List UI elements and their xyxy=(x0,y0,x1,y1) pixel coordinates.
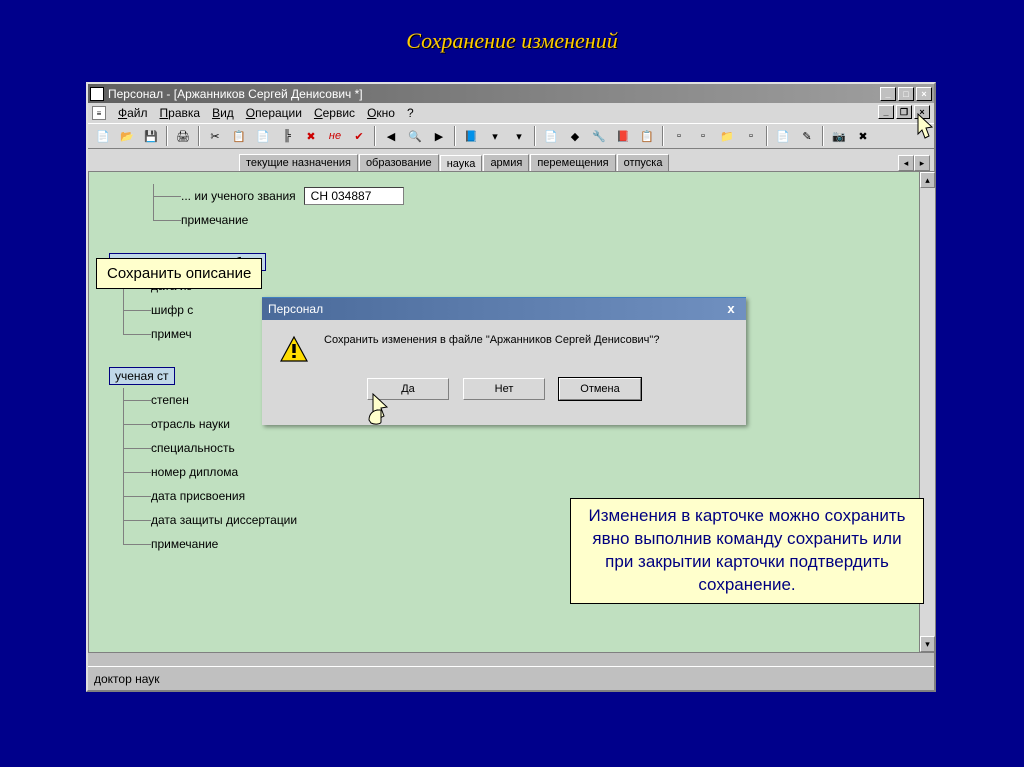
field1-input[interactable]: СН 034887 xyxy=(304,187,404,205)
tb-x-icon[interactable]: ✖ xyxy=(852,126,874,146)
note1-label: примечание xyxy=(181,213,248,227)
dialog-titlebar: Персонал x xyxy=(262,298,746,320)
menubar: ≡ Файл Правка Вид Операции Сервис Окно ?… xyxy=(88,103,934,123)
group3-item: степен xyxy=(151,393,189,407)
tb-ex6-icon[interactable]: ✎ xyxy=(796,126,818,146)
tab-next-button[interactable]: ▸ xyxy=(914,155,930,171)
tb-ex2-icon[interactable]: ▫ xyxy=(692,126,714,146)
status-text: доктор наук xyxy=(94,672,160,686)
tb-doc4-icon[interactable]: 📕 xyxy=(612,126,634,146)
tab-prev-button[interactable]: ◂ xyxy=(898,155,914,171)
tb-ex1-icon[interactable]: ▫ xyxy=(668,126,690,146)
dialog-close-button[interactable]: x xyxy=(722,301,740,317)
menu-service[interactable]: Сервис xyxy=(308,104,361,122)
group2-item: шифр с xyxy=(151,303,193,317)
tb-sep xyxy=(454,126,456,146)
tb-find-icon[interactable]: 🔍 xyxy=(404,126,426,146)
tb-check-icon[interactable]: ✔ xyxy=(348,126,370,146)
group3-item: дата защиты диссертации xyxy=(151,513,297,527)
tab-vacation[interactable]: отпуска xyxy=(617,154,670,171)
tb-doc3-icon[interactable]: 🔧 xyxy=(588,126,610,146)
scroll-up-button[interactable]: ▴ xyxy=(920,172,935,188)
close-button[interactable]: × xyxy=(916,87,932,101)
tb-grp2-icon[interactable]: ▾ xyxy=(484,126,506,146)
scroll-down-button[interactable]: ▾ xyxy=(920,636,935,652)
callout-save-desc: Сохранить описание xyxy=(96,258,262,289)
menu-file[interactable]: Файл xyxy=(112,104,154,122)
tab-army[interactable]: армия xyxy=(483,154,529,171)
tb-new-icon[interactable]: 📄 xyxy=(92,126,114,146)
warning-icon xyxy=(278,334,310,366)
tb-doc1-icon[interactable]: 📄 xyxy=(540,126,562,146)
tabstrip: текущие назначения образование наука арм… xyxy=(88,149,934,171)
group3-item: специальность xyxy=(151,441,235,455)
tb-sep xyxy=(662,126,664,146)
tab-education[interactable]: образование xyxy=(359,154,439,171)
tb-paste-icon[interactable]: 📄 xyxy=(252,126,274,146)
menu-view[interactable]: Вид xyxy=(206,104,240,122)
callout-explain: Изменения в карточке можно сохранить явн… xyxy=(570,498,924,604)
tb-last-icon[interactable]: ▶ xyxy=(428,126,450,146)
tb-copy-icon[interactable]: 📋 xyxy=(228,126,250,146)
confirm-dialog: Персонал x Сохранить изменения в файле "… xyxy=(262,297,746,425)
tb-cut-icon[interactable]: ✂ xyxy=(204,126,226,146)
tb-node-icon[interactable]: ╠ xyxy=(276,126,298,146)
menu-window[interactable]: Окно xyxy=(361,104,401,122)
tb-del-icon[interactable]: ✖ xyxy=(300,126,322,146)
menu-operations[interactable]: Операции xyxy=(240,104,308,122)
dialog-message: Сохранить изменения в файле "Аржанников … xyxy=(324,334,659,366)
tb-sep xyxy=(166,126,168,146)
statusbar: доктор наук xyxy=(88,666,934,690)
slide-title: Сохранение изменений xyxy=(0,28,1024,54)
window-title: Персонал - [Аржанников Сергей Денисович … xyxy=(108,87,878,101)
tb-ex5-icon[interactable]: 📄 xyxy=(772,126,794,146)
tb-grp1-icon[interactable]: 📘 xyxy=(460,126,482,146)
group3-item: примечание xyxy=(151,537,218,551)
tb-ex4-icon[interactable]: ▫ xyxy=(740,126,762,146)
cursor-icon xyxy=(910,112,938,146)
mdi-icon: ≡ xyxy=(92,106,106,120)
group3-item: номер диплома xyxy=(151,465,238,479)
group3-header[interactable]: ученая ст xyxy=(109,367,175,385)
tb-grp3-icon[interactable]: ▾ xyxy=(508,126,530,146)
group3-item: отрасль науки xyxy=(151,417,230,431)
tb-ex3-icon[interactable]: 📁 xyxy=(716,126,738,146)
titlebar: ≡ Персонал - [Аржанников Сергей Денисови… xyxy=(88,84,934,103)
tb-open-icon[interactable]: 📂 xyxy=(116,126,138,146)
menu-help[interactable]: ? xyxy=(401,104,420,122)
dialog-title: Персонал xyxy=(268,302,722,316)
group3-item: дата присвоения xyxy=(151,489,245,503)
tb-sep xyxy=(822,126,824,146)
app-icon: ≡ xyxy=(90,87,104,101)
maximize-button[interactable]: □ xyxy=(898,87,914,101)
tab-science[interactable]: наука xyxy=(440,155,483,172)
dialog-no-button[interactable]: Нет xyxy=(463,378,545,400)
tab-moves[interactable]: перемещения xyxy=(530,154,615,171)
dialog-cancel-button[interactable]: Отмена xyxy=(559,378,641,400)
group2-item: примеч xyxy=(151,327,192,341)
tb-first-icon[interactable]: ◀ xyxy=(380,126,402,146)
tb-sep xyxy=(374,126,376,146)
tb-print-icon[interactable]: 🖨 xyxy=(172,126,194,146)
mdi-minimize-button[interactable]: _ xyxy=(878,105,894,119)
minimize-button[interactable]: _ xyxy=(880,87,896,101)
tb-camera-icon[interactable]: 📷 xyxy=(828,126,850,146)
tb-sep xyxy=(198,126,200,146)
tb-sep xyxy=(766,126,768,146)
cursor-icon xyxy=(365,392,393,426)
tb-sep xyxy=(534,126,536,146)
toolbar: 📄 📂 💾 🖨 ✂ 📋 📄 ╠ ✖ не ✔ ◀ 🔍 ▶ 📘 ▾ ▾ 📄 ◆ 🔧… xyxy=(88,123,934,149)
tab-assignments[interactable]: текущие назначения xyxy=(239,154,358,171)
tb-doc5-icon[interactable]: 📋 xyxy=(636,126,658,146)
tb-save-icon[interactable]: 💾 xyxy=(140,126,162,146)
tb-doc2-icon[interactable]: ◆ xyxy=(564,126,586,146)
tb-flag-icon[interactable]: не xyxy=(324,126,346,146)
menu-edit[interactable]: Правка xyxy=(154,104,207,122)
field1-label: ... ии ученого звания xyxy=(181,189,296,203)
